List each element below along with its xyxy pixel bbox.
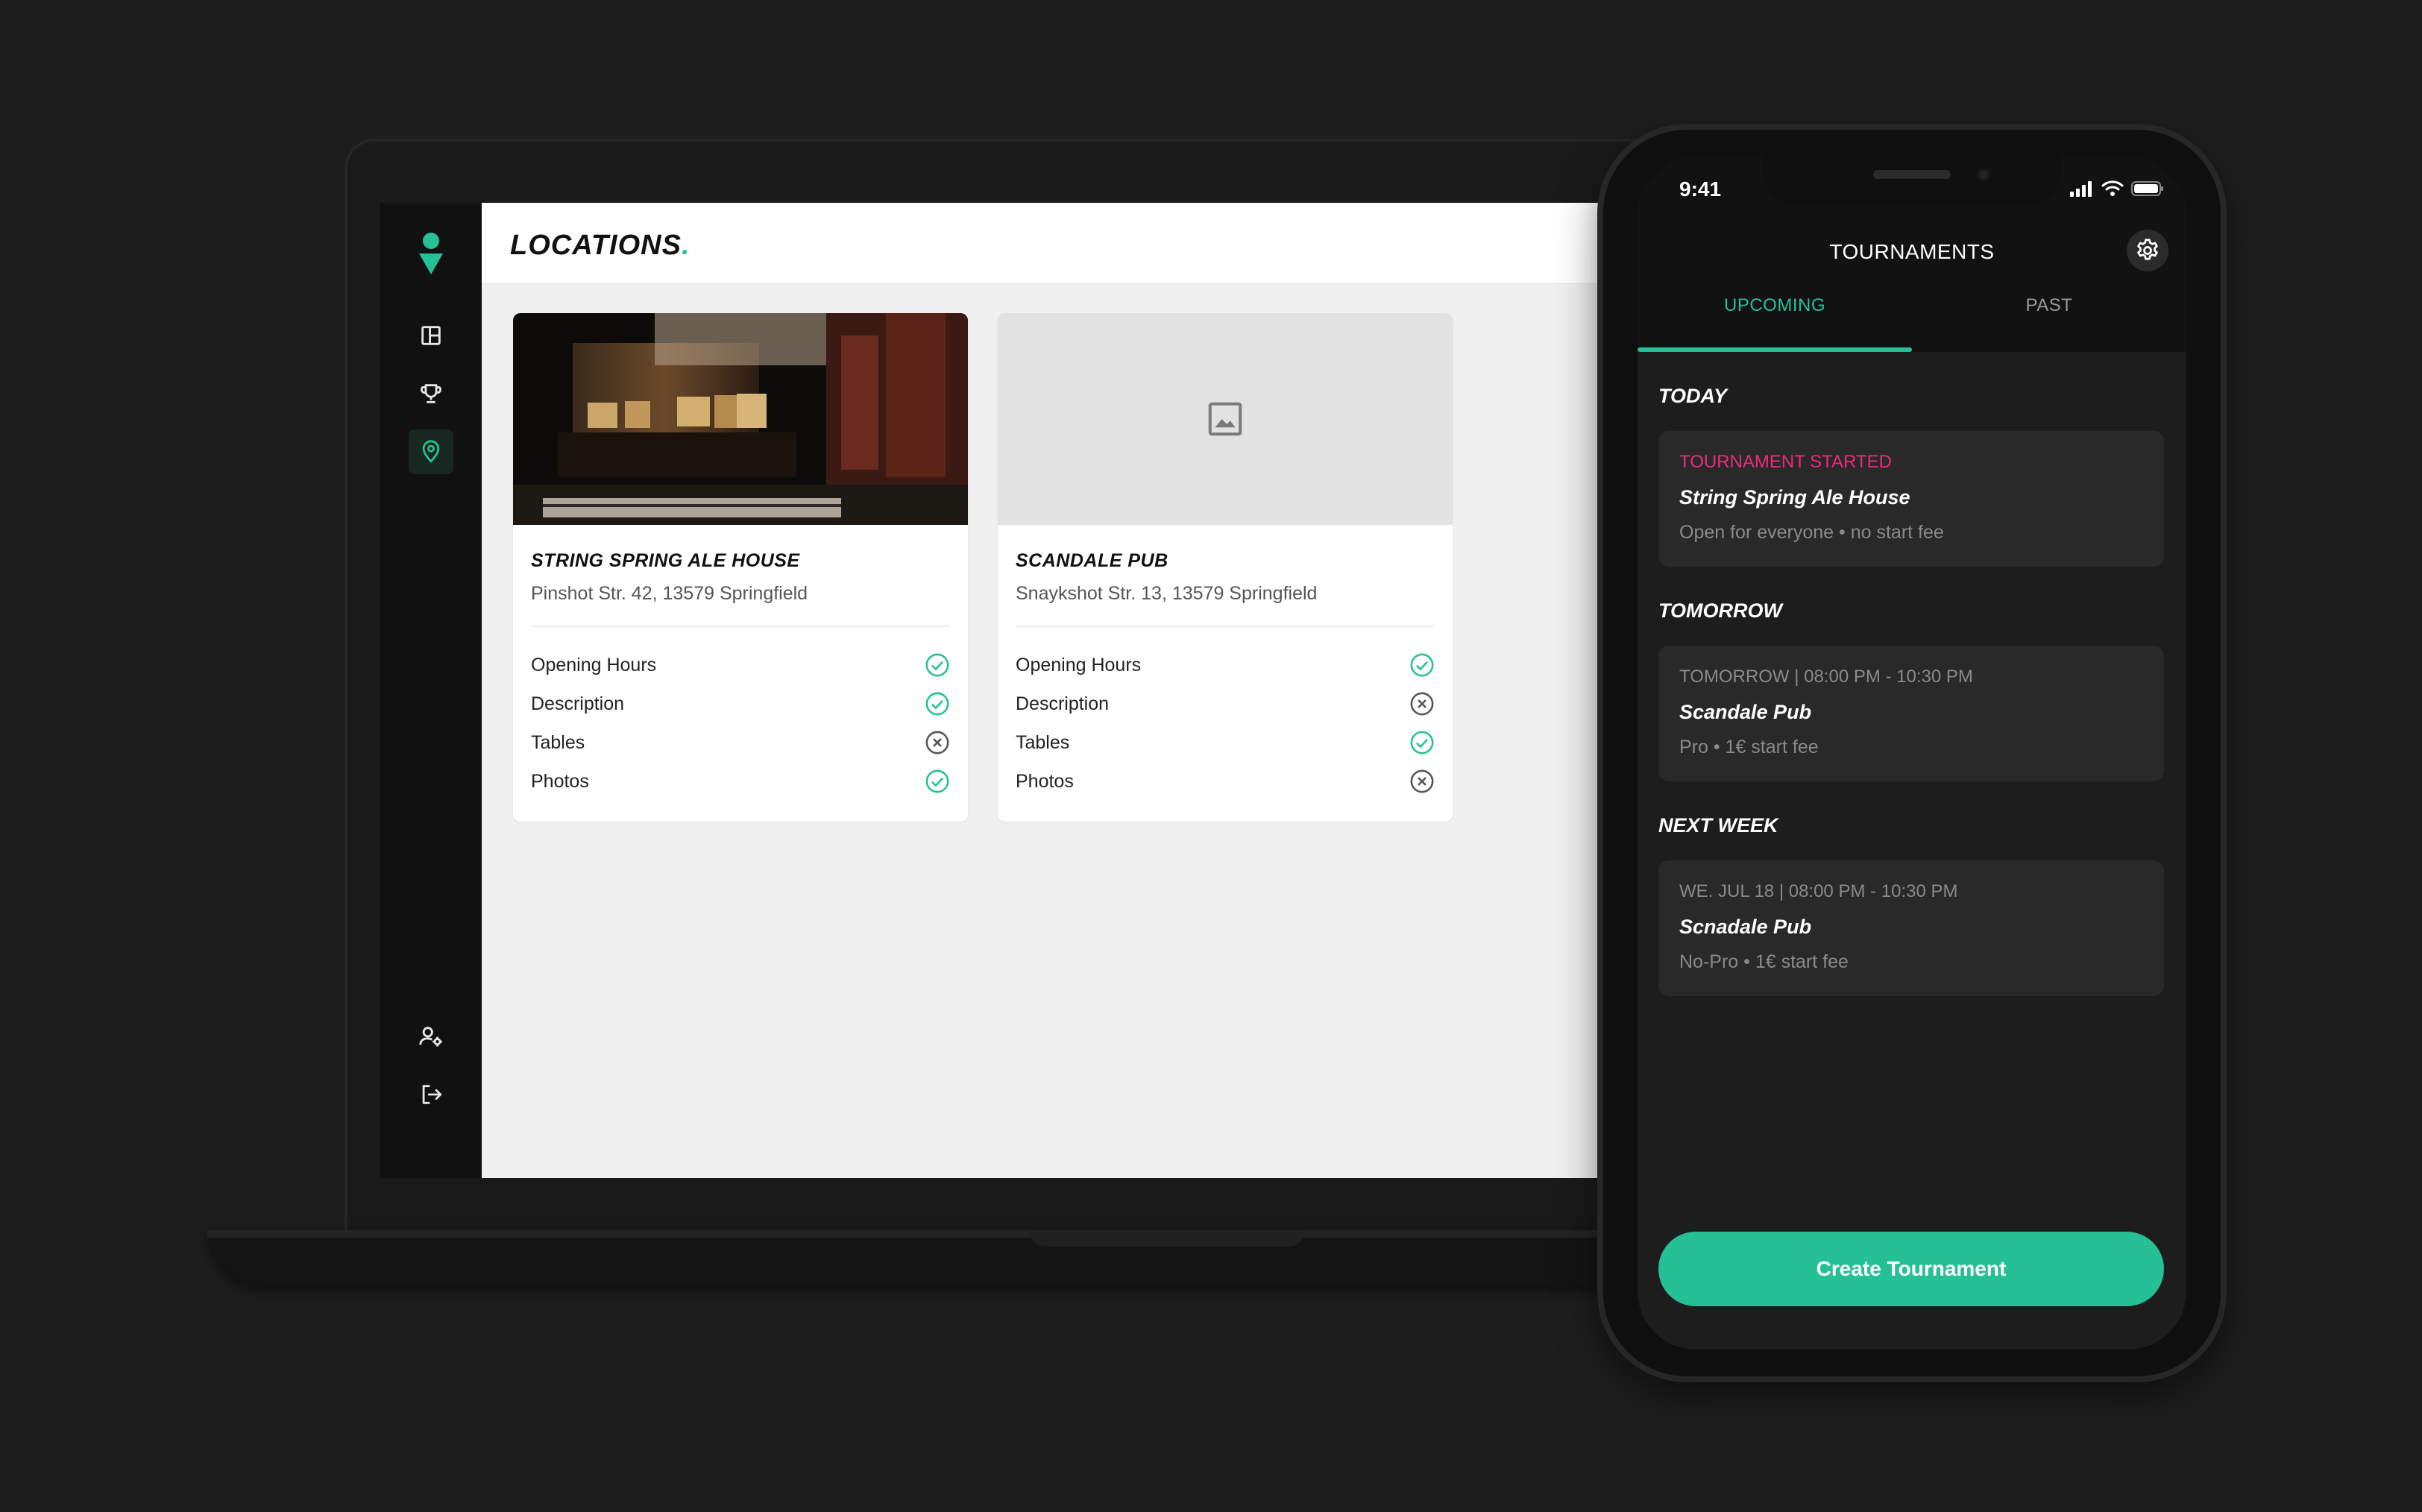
active-tab-indicator <box>1638 347 1912 352</box>
check-circle-icon <box>925 769 949 793</box>
check-row-description: Description <box>531 689 950 719</box>
gear-icon <box>2137 239 2158 260</box>
page-header: LOCATIONS. <box>482 203 1603 284</box>
location-card[interactable]: SCANDALE PUB Snaykshot Str. 13, 13579 Sp… <box>998 313 1453 822</box>
section-label-tomorrow: TOMORROW <box>1658 599 1782 622</box>
check-circle-icon <box>925 692 949 716</box>
tab-past[interactable]: PAST <box>1912 295 2186 316</box>
tournament-location: Scandale Pub <box>1679 701 1812 723</box>
location-photo <box>513 313 968 525</box>
check-label: Photos <box>531 770 589 792</box>
laptop-base <box>207 1230 1714 1285</box>
tournament-item[interactable]: WE. JUL 18 | 08:00 PM - 10:30 PM Scnadal… <box>1658 860 2164 996</box>
wifi-icon <box>2101 180 2124 196</box>
location-address: Snaykshot Str. 13, 13579 Springfield <box>1016 583 1318 604</box>
page-title-text: LOCATIONS <box>510 230 682 261</box>
location-pin-icon <box>422 440 440 463</box>
check-label: Description <box>531 693 625 714</box>
sidebar-item-locations[interactable] <box>409 429 453 474</box>
location-card[interactable]: STRING SPRING ALE HOUSE Pinshot Str. 42,… <box>513 313 968 822</box>
check-label: Tables <box>1016 731 1070 753</box>
phone-header: 9:41 TOURNAMENTS UPCOMING PAST <box>1638 157 2186 352</box>
tournament-details: No-Pro • 1€ start fee <box>1679 951 1849 972</box>
settings-button[interactable] <box>2127 230 2168 271</box>
check-label: Description <box>1016 693 1110 714</box>
phone-speaker <box>1873 170 1951 179</box>
check-circle-icon <box>1410 653 1434 677</box>
tournament-location: Scnadale Pub <box>1679 916 1812 938</box>
sidebar <box>380 203 482 1178</box>
sidebar-item-dashboard[interactable] <box>409 313 453 358</box>
tournament-item[interactable]: TOMORROW | 08:00 PM - 10:30 PM Scandale … <box>1658 646 2164 781</box>
status-time: 9:41 <box>1679 177 1722 201</box>
check-circle-icon <box>925 653 949 677</box>
user-settings-icon <box>419 1027 442 1047</box>
x-circle-icon <box>925 731 949 755</box>
check-row-tables: Tables <box>1016 728 1435 757</box>
tournament-location: String Spring Ale House <box>1679 486 1910 508</box>
location-address: Pinshot Str. 42, 13579 Springfield <box>531 583 808 604</box>
sidebar-item-tournaments[interactable] <box>409 371 453 416</box>
check-circle-icon <box>1410 731 1434 755</box>
phone-notch <box>1763 157 2061 203</box>
sidebar-item-logout[interactable] <box>409 1072 453 1117</box>
phone-screen: 9:41 TOURNAMENTS UPCOMING PAST TODAY TOU… <box>1638 157 2186 1349</box>
check-row-photos: Photos <box>531 766 950 796</box>
dashboard-icon <box>421 326 441 345</box>
image-placeholder-icon <box>1208 402 1242 436</box>
tournament-status: TOURNAMENT STARTED <box>1679 452 1892 472</box>
location-name: SCANDALE PUB <box>1016 550 1168 571</box>
check-label: Photos <box>1016 770 1074 792</box>
tournament-details: Open for everyone • no start fee <box>1679 522 1944 543</box>
check-row-photos: Photos <box>1016 766 1435 796</box>
x-circle-icon <box>1410 769 1434 793</box>
card-divider <box>1016 626 1435 627</box>
photo-placeholder <box>998 313 1453 525</box>
check-label: Opening Hours <box>1016 654 1142 675</box>
section-label-next-week: NEXT WEEK <box>1658 814 1778 837</box>
laptop-hinge-notch <box>1029 1230 1305 1247</box>
tournament-item[interactable]: TOURNAMENT STARTED String Spring Ale Hou… <box>1658 431 2164 567</box>
check-label: Opening Hours <box>531 654 657 675</box>
screen-title: TOURNAMENTS <box>1829 240 1995 263</box>
check-row-description: Description <box>1016 689 1435 719</box>
check-row-tables: Tables <box>531 728 950 757</box>
x-circle-icon <box>1410 692 1434 716</box>
sidebar-item-account-settings[interactable] <box>409 1014 453 1059</box>
card-divider <box>531 626 950 627</box>
page-title: LOCATIONS. <box>510 230 691 262</box>
logout-icon <box>422 1085 442 1104</box>
laptop-screen: LOCATIONS. STRING SPRING ALE HOUSE Pinsh… <box>380 203 1603 1178</box>
status-icons <box>2070 180 2164 197</box>
tournament-time: WE. JUL 18 | 08:00 PM - 10:30 PM <box>1679 881 1958 901</box>
section-label-today: TODAY <box>1658 385 1728 407</box>
signal-icon <box>2070 181 2092 197</box>
check-row-opening-hours: Opening Hours <box>531 650 950 680</box>
location-name: STRING SPRING ALE HOUSE <box>531 550 800 571</box>
create-tournament-button[interactable]: Create Tournament <box>1658 1232 2164 1306</box>
tournament-time: TOMORROW | 08:00 PM - 10:30 PM <box>1679 667 1973 687</box>
phone-camera <box>1976 167 1991 182</box>
trophy-icon <box>421 384 441 403</box>
check-label: Tables <box>531 731 585 753</box>
check-row-opening-hours: Opening Hours <box>1016 650 1435 680</box>
page-title-dot: . <box>681 230 691 261</box>
battery-icon <box>2131 181 2163 196</box>
tournament-details: Pro • 1€ start fee <box>1679 737 1819 757</box>
tab-upcoming[interactable]: UPCOMING <box>1638 295 1912 316</box>
app-logo-icon <box>419 233 443 274</box>
